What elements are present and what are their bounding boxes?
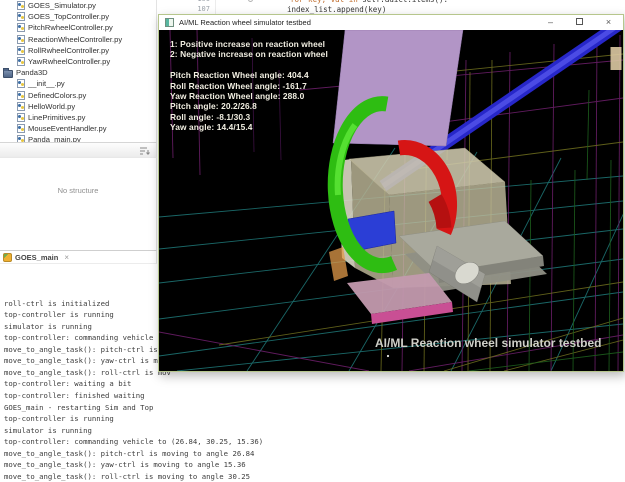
python-file-icon xyxy=(17,91,25,100)
python-file-icon xyxy=(17,12,25,21)
folder-icon xyxy=(3,70,13,78)
console-line: move_to_angle_task(): pitch-ctrl is movi… xyxy=(4,448,263,460)
code-fold-icon[interactable] xyxy=(248,0,253,2)
structure-placeholder: No structure xyxy=(0,186,156,195)
tree-item-label: YawRwheelController.py xyxy=(28,57,110,66)
tree-item-label: HelloWorld.py xyxy=(28,102,75,111)
tree-item[interactable]: HelloWorld.py xyxy=(0,101,156,112)
hud-line: Pitch angle: 20.2/26.8 xyxy=(170,101,328,111)
app-icon xyxy=(165,18,174,27)
python-file-icon xyxy=(17,1,25,10)
hud-line: Roll Reaction Wheel angle: -161.7 xyxy=(170,81,328,91)
tree-item-label: ReactionWheelController.py xyxy=(28,35,122,44)
line-number: 106 xyxy=(188,0,210,3)
tree-item[interactable]: Panda_main.py xyxy=(0,134,156,142)
tree-item[interactable]: ReactionWheelController.py xyxy=(0,34,156,45)
hud-overlay: 1: Positive increase on reaction wheel2:… xyxy=(170,39,328,133)
editor-fragment[interactable]: 106 107 for key, val in self.adict.items… xyxy=(158,0,625,14)
gutter-separator xyxy=(215,0,216,14)
line-number: 107 xyxy=(188,5,210,13)
tree-item-label: RollRwheelController.py xyxy=(28,46,109,55)
tree-item-label: GOES_Simulator.py xyxy=(28,1,96,10)
console-line: GOES_main - restarting Sim and Top xyxy=(4,402,263,414)
watermark: AI/ML Reaction wheel simulator testbed xyxy=(375,336,602,350)
tree-item-label: MouseEventHandler.py xyxy=(28,124,107,133)
console-line: top-controller: finished waiting xyxy=(4,390,263,402)
console-line: move_to_angle_task(): yaw-ctrl is moving… xyxy=(4,459,263,471)
close-button[interactable]: × xyxy=(594,15,623,30)
tree-item[interactable]: PitchRwheelController.py xyxy=(0,22,156,33)
python-file-icon xyxy=(17,23,25,32)
tree-item-label: LinePrimitives.py xyxy=(28,113,85,122)
tree-item-label: Panda3D xyxy=(16,68,48,77)
tree-item[interactable]: DefinedColors.py xyxy=(0,90,156,101)
structure-toolbar xyxy=(0,142,157,158)
tree-item-label: PitchRwheelController.py xyxy=(28,23,113,32)
console-line: top-controller: waiting a bit xyxy=(4,378,263,390)
python-file-icon xyxy=(17,124,25,133)
console-tab[interactable]: GOES_main xyxy=(15,253,58,262)
hud-line: Yaw Reaction Wheel angle: 288.0 xyxy=(170,91,328,101)
console-icon xyxy=(3,253,12,262)
python-file-icon xyxy=(17,46,25,55)
tree-item[interactable]: GOES_Simulator.py xyxy=(0,0,156,11)
hud-line: Yaw angle: 14.4/15.4 xyxy=(170,122,328,132)
tree-item[interactable]: MouseEventHandler.py xyxy=(0,123,156,134)
tree-item-label: GOES_TopController.py xyxy=(28,12,109,21)
maximize-button[interactable] xyxy=(565,15,594,30)
console-line: move_to_angle_task(): roll-ctrl is movin… xyxy=(4,471,263,482)
console-line: simulator is running xyxy=(4,425,263,437)
maximize-icon xyxy=(576,18,583,25)
tree-item-label: DefinedColors.py xyxy=(28,91,86,100)
tree-item-label: __init__.py xyxy=(28,79,65,88)
tree-item[interactable]: GOES_TopController.py xyxy=(0,11,156,22)
scene-marker-dot xyxy=(387,355,389,357)
hud-line: 1: Positive increase on reaction wheel xyxy=(170,39,328,49)
tree-item[interactable]: __init__.py xyxy=(0,78,156,89)
project-tree[interactable]: GOES_Simulator.py GOES_TopController.py … xyxy=(0,0,157,142)
tan-fragment xyxy=(611,47,622,70)
close-icon[interactable]: × xyxy=(64,253,69,262)
console-tab-bar: GOES_main × xyxy=(0,250,157,264)
sort-icon[interactable] xyxy=(139,146,150,156)
python-file-icon xyxy=(17,135,25,142)
console-line: top-controller: commanding vehicle to (2… xyxy=(4,436,263,448)
console-line: top-controller is running xyxy=(4,413,263,425)
tree-item[interactable]: RollRwheelController.py xyxy=(0,45,156,56)
hud-line: Roll angle: -8.1/30.3 xyxy=(170,112,328,122)
window-title: AI/ML Reaction wheel simulator testbed xyxy=(179,18,311,27)
hud-line xyxy=(170,60,328,70)
tree-item[interactable]: YawRwheelController.py xyxy=(0,56,156,67)
tree-item[interactable]: Panda3D xyxy=(0,67,156,78)
minimize-button[interactable]: – xyxy=(536,15,565,30)
code-line: index_list.append(key) xyxy=(287,5,386,14)
python-file-icon xyxy=(17,57,25,66)
window-titlebar[interactable]: AI/ML Reaction wheel simulator testbed –… xyxy=(159,15,623,30)
hud-line: Pitch Reaction Wheel angle: 404.4 xyxy=(170,70,328,80)
hud-line: 2: Negative increase on reaction wheel xyxy=(170,49,328,59)
python-file-icon xyxy=(17,35,25,44)
tree-item-label: Panda_main.py xyxy=(28,135,81,142)
python-file-icon xyxy=(17,113,25,122)
sim-window[interactable]: AI/ML Reaction wheel simulator testbed –… xyxy=(158,14,624,372)
python-file-icon xyxy=(17,102,25,111)
structure-view: No structure xyxy=(0,158,157,250)
tree-item[interactable]: LinePrimitives.py xyxy=(0,112,156,123)
pydev-ide: { "project_tree": { "items": [ {"label":… xyxy=(0,0,625,451)
python-file-icon xyxy=(17,79,25,88)
code-line: for key, val in self.adict.items(): xyxy=(290,0,448,4)
scene-viewport[interactable]: 1: Positive increase on reaction wheel2:… xyxy=(159,30,623,371)
